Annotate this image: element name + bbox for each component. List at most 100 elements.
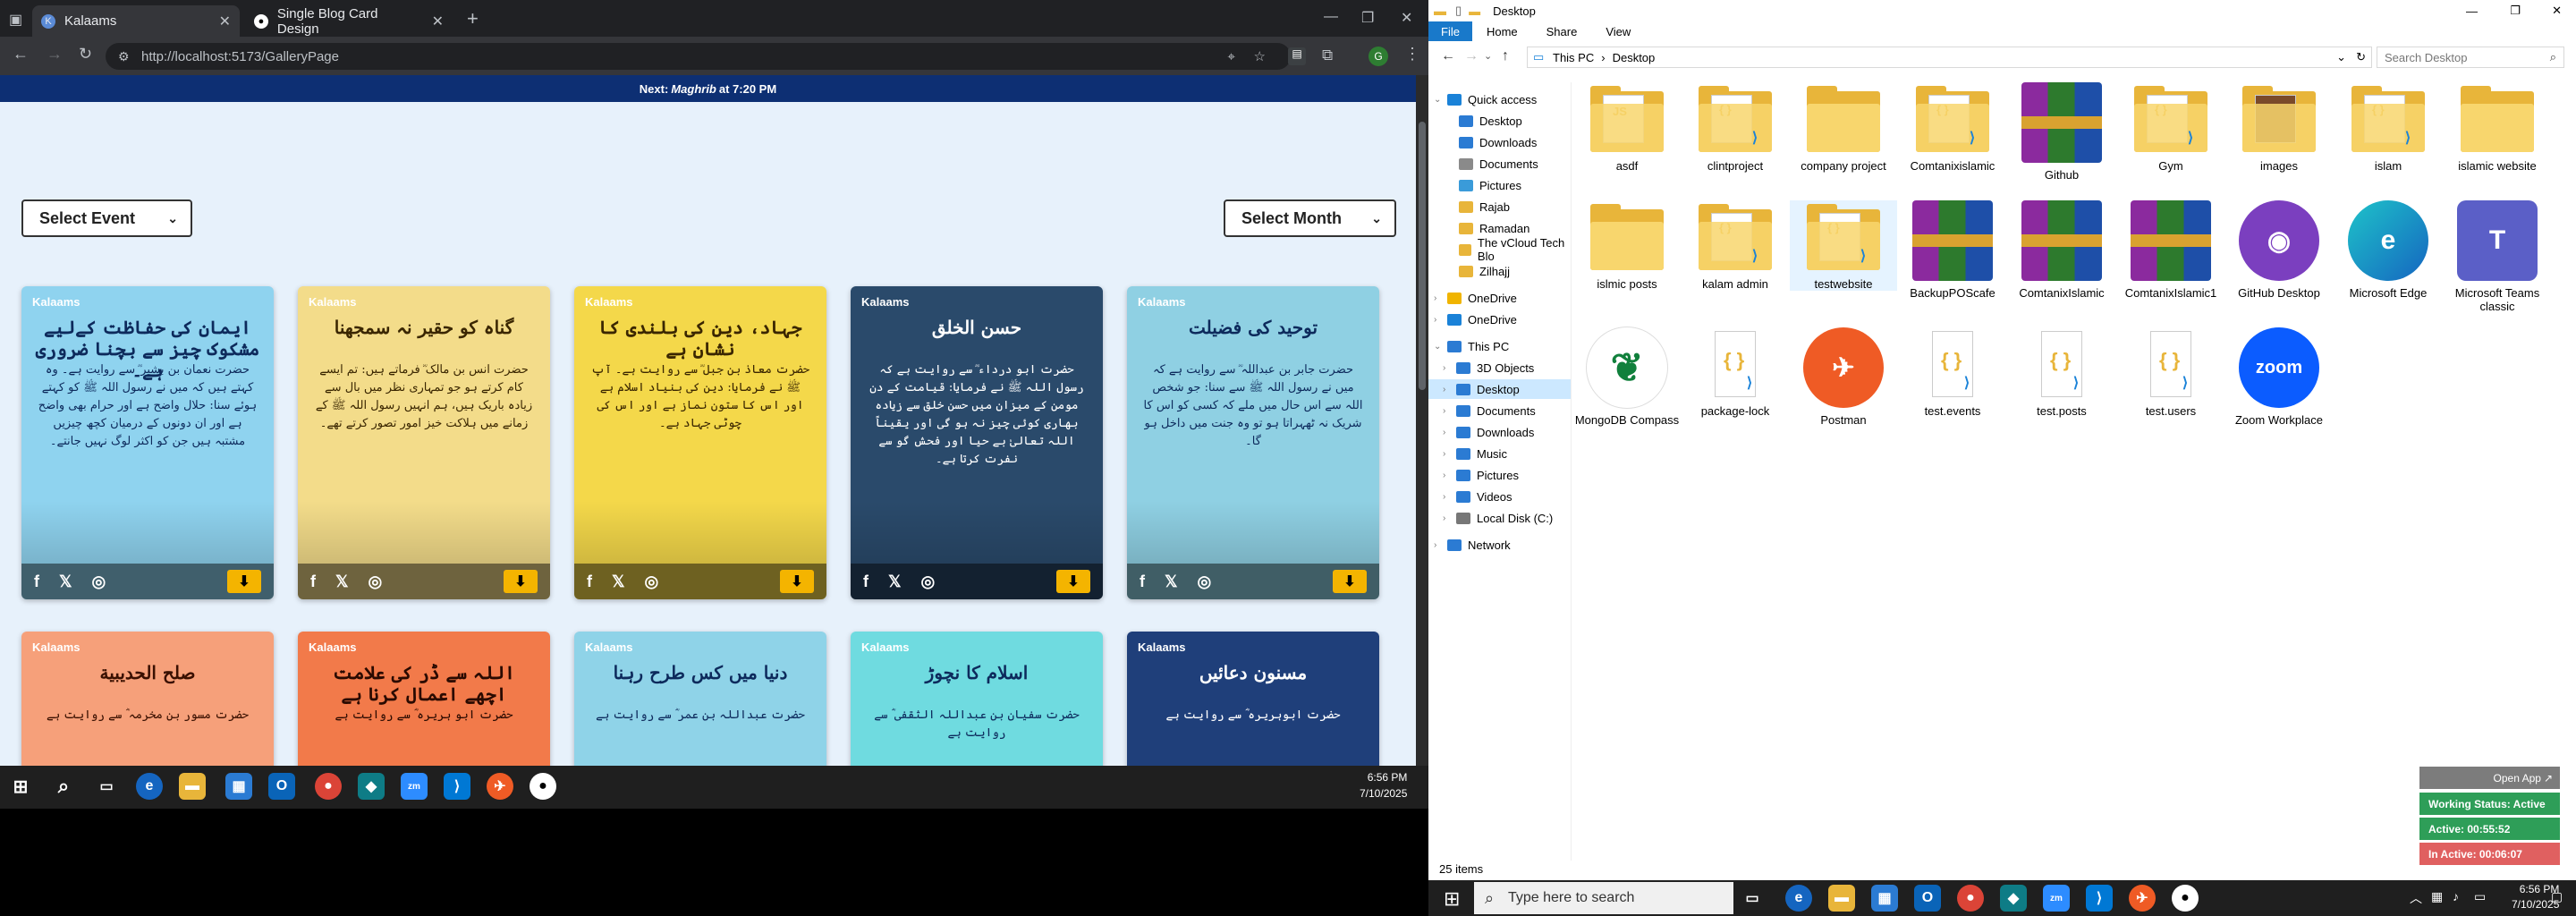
nav-item[interactable]: › OneDrive <box>1428 310 1571 329</box>
ribbon-file-tab[interactable]: File <box>1428 21 1472 41</box>
search-input[interactable]: Search Desktop ⌕ <box>2377 47 2564 68</box>
breadcrumb-this-pc[interactable]: This PC <box>1553 51 1594 64</box>
download-icon[interactable]: ⬇ <box>1056 570 1090 593</box>
bookmark-star-icon[interactable]: ☆ <box>1254 48 1266 64</box>
nav-item[interactable]: › Local Disk (C:) <box>1428 508 1571 528</box>
app-taskbar-icon[interactable]: ◆ <box>2000 885 2027 912</box>
back-icon[interactable]: ← <box>1441 48 1455 64</box>
postman-taskbar-icon[interactable]: ✈ <box>2129 885 2156 912</box>
app2-taskbar-icon[interactable]: ● <box>530 773 556 800</box>
nav-item[interactable]: Downloads <box>1428 132 1571 152</box>
reload-icon[interactable]: ↻ <box>79 45 92 64</box>
tray-chevron-icon[interactable]: ︿ <box>2410 889 2422 907</box>
nav-item[interactable]: › Desktop <box>1428 379 1571 399</box>
vscode-taskbar-icon[interactable]: ⟩ <box>2086 885 2113 912</box>
app-taskbar-icon[interactable]: ◆ <box>358 773 385 800</box>
hadith-card[interactable]: Kalaams توحید کی فضیلت حضرت جابر بن عبدالل… <box>1127 286 1379 599</box>
desktop-item[interactable]: ✈ Postman <box>1790 327 1897 427</box>
site-info-icon[interactable]: ⚙ <box>118 49 130 64</box>
nav-item[interactable]: Ramadan <box>1428 218 1571 238</box>
new-tab-button[interactable]: + <box>467 7 479 30</box>
expand-chevron-icon[interactable]: › <box>1443 492 1450 502</box>
app2-taskbar-icon[interactable]: ● <box>2172 885 2199 912</box>
expand-chevron-icon[interactable]: › <box>1434 315 1441 325</box>
hadith-card[interactable]: Kalaams ایمان کی حفاظت کےلیے مشکوک چیز سے… <box>21 286 274 599</box>
more-menu-icon[interactable]: ⋮ <box>1404 45 1420 64</box>
desktop-item[interactable]: company project <box>1790 82 1897 173</box>
facebook-icon[interactable]: f <box>310 572 316 591</box>
nav-item[interactable]: › Network <box>1428 535 1571 555</box>
download-icon[interactable]: ⬇ <box>504 570 538 593</box>
desktop-item[interactable]: T Microsoft Teams classic <box>2444 200 2551 313</box>
close-icon[interactable]: ✕ <box>1401 9 1412 27</box>
breadcrumb[interactable]: ▭ This PC › Desktop ⌄ ↻ <box>1527 47 2372 68</box>
expand-chevron-icon[interactable]: › <box>1443 428 1450 437</box>
desktop-item[interactable]: { } ⟩ test.posts <box>2008 327 2115 418</box>
postman-taskbar-icon[interactable]: ✈ <box>487 773 513 800</box>
breadcrumb-desktop[interactable]: Desktop <box>1613 51 1656 64</box>
hadith-card[interactable]: Kalaams گناہ کو حقیر نہ سمجھنا حضرت انس بن… <box>298 286 550 599</box>
expand-chevron-icon[interactable]: › <box>1434 293 1441 303</box>
nav-item[interactable]: Zilhajj <box>1428 261 1571 281</box>
edge-taskbar-icon[interactable]: e <box>1785 885 1812 912</box>
nav-item[interactable]: Pictures <box>1428 175 1571 195</box>
maximize-icon[interactable]: ❐ <box>1361 9 1374 27</box>
select-event-dropdown[interactable]: Select Event ⌄ <box>21 199 192 237</box>
task-view-icon[interactable]: ▭ <box>93 773 120 800</box>
ribbon-home-tab[interactable]: Home <box>1472 25 1532 38</box>
x-twitter-icon[interactable]: 𝕏 <box>59 572 72 591</box>
file-explorer-taskbar-icon[interactable]: ▬ <box>1828 885 1855 912</box>
nav-item[interactable]: ⌄ This PC <box>1428 336 1571 356</box>
expand-chevron-icon[interactable]: › <box>1443 513 1450 523</box>
nav-item[interactable]: › Documents <box>1428 401 1571 420</box>
instagram-icon[interactable]: ◎ <box>921 572 936 591</box>
zoom-taskbar-icon[interactable]: zm <box>401 773 428 800</box>
x-twitter-icon[interactable]: 𝕏 <box>1165 572 1178 591</box>
download-icon[interactable]: ⬇ <box>227 570 261 593</box>
ribbon-share-tab[interactable]: Share <box>1532 25 1592 38</box>
facebook-icon[interactable]: f <box>1140 572 1145 591</box>
desktop-item[interactable]: { }⟩ clintproject <box>1682 82 1789 173</box>
desktop-item[interactable]: images <box>2225 82 2333 173</box>
desktop-item[interactable]: Github <box>2008 82 2115 182</box>
desktop-item[interactable]: { } ⟩ test.users <box>2117 327 2224 418</box>
battery-icon[interactable]: ▭ <box>2474 889 2486 904</box>
minimize-icon[interactable]: — <box>1324 9 1338 25</box>
nav-item[interactable]: The vCloud Tech Blo <box>1428 236 1571 263</box>
refresh-icon[interactable]: ↻ <box>2356 50 2366 64</box>
chrome-taskbar-icon[interactable]: ● <box>1957 885 1984 912</box>
desktop-item[interactable]: ❦ MongoDB Compass <box>1573 327 1681 427</box>
desktop-item[interactable]: ComtanixIslamic <box>2008 200 2115 300</box>
url-input[interactable]: ⚙ http://localhost:5173/GalleryPage ⌖ ☆ <box>106 43 1291 70</box>
facebook-icon[interactable]: f <box>863 572 869 591</box>
store-taskbar-icon[interactable]: ▦ <box>225 773 252 800</box>
search-icon[interactable]: ⌕ <box>50 773 77 800</box>
outlook-taskbar-icon[interactable]: O <box>268 773 295 800</box>
nav-item[interactable]: › 3D Objects <box>1428 358 1571 377</box>
outlook-taskbar-icon[interactable]: O <box>1914 885 1941 912</box>
nav-item[interactable]: Rajab <box>1428 197 1571 216</box>
hadith-card[interactable]: Kalaams اسلام کا نچوڑ حضرت سفیان بن عبدالل… <box>851 632 1103 766</box>
close-icon[interactable]: ✕ <box>2552 4 2562 18</box>
desktop-item[interactable]: ◉ GitHub Desktop <box>2225 200 2333 300</box>
download-icon[interactable]: ⬇ <box>780 570 814 593</box>
extensions-puzzle-icon[interactable]: ⧉ <box>1322 47 1333 64</box>
zoom-taskbar-icon[interactable]: zm <box>2043 885 2070 912</box>
hadith-card[interactable]: Kalaams جہاد، دین کی بلندی کا نشان ہے حضرت… <box>574 286 826 599</box>
windows-start-icon[interactable]: ⊞ <box>7 773 34 800</box>
extension-icon[interactable]: ▤ <box>1288 47 1306 65</box>
hadith-card[interactable]: Kalaams دنیا میں کس طرح رہنا حضرت عبداللہ … <box>574 632 826 766</box>
expand-chevron-icon[interactable]: ⌄ <box>1434 342 1441 352</box>
expand-chevron-icon[interactable]: › <box>1434 540 1441 550</box>
notification-icon[interactable]: ▢ <box>2551 889 2563 904</box>
task-view-icon[interactable]: ▭ <box>1739 885 1766 912</box>
nav-item[interactable]: Documents <box>1428 154 1571 174</box>
close-tab-icon[interactable]: ✕ <box>219 13 231 30</box>
select-month-dropdown[interactable]: Select Month ⌄ <box>1224 199 1396 237</box>
recent-dropdown-icon[interactable]: ⌄ <box>1484 50 1492 62</box>
instagram-icon[interactable]: ◎ <box>645 572 659 591</box>
file-explorer-taskbar-icon[interactable]: ▬ <box>179 773 206 800</box>
desktop-item[interactable]: zoom Zoom Workplace <box>2225 327 2333 427</box>
tab-kalaams[interactable]: K Kalaams ✕ <box>32 5 240 37</box>
desktop-item[interactable]: { } ⟩ package-lock <box>1682 327 1789 418</box>
